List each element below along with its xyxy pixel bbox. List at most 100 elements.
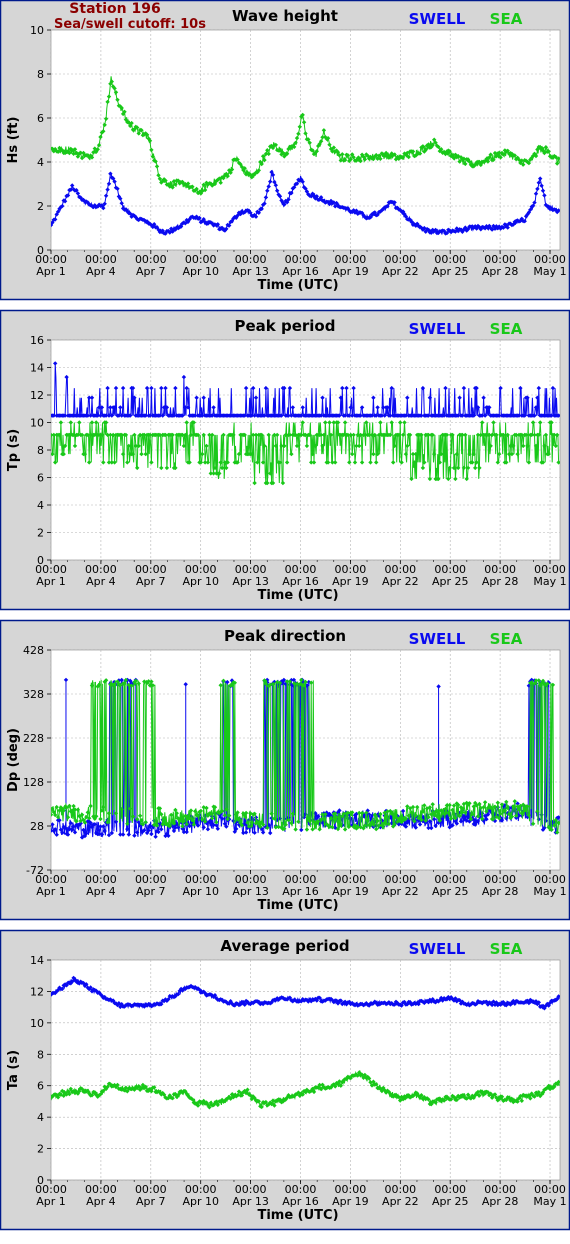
x-tick-date: Apr 22: [382, 265, 419, 278]
legend-swell: SWELL: [409, 10, 466, 28]
x-tick-date: Apr 10: [182, 885, 219, 898]
x-tick-date: Apr 10: [182, 265, 219, 278]
y-tick-label: 128: [23, 776, 44, 789]
plot-area: [50, 959, 561, 1181]
y-tick-label: 10: [30, 1017, 44, 1030]
y-tick-label: 2: [37, 1143, 44, 1156]
chart-panel-3: 00:00Apr 100:00Apr 400:00Apr 700:00Apr 1…: [0, 619, 570, 921]
wave-dashboard: 00:00 Apr 1 00:00 Apr 4 00:00 Apr 7 00:00 Apr 1…: [0, 0, 570, 1240]
x-tick-date: May 1: [533, 265, 566, 278]
y-tick-label: -72: [26, 864, 44, 877]
x-tick-date: Apr 1: [36, 575, 66, 588]
chart-title: Peak direction: [224, 627, 346, 645]
x-tick-date: Apr 28: [482, 265, 519, 278]
chart-panel-2: 00:00Apr 100:00Apr 400:00Apr 700:00Apr 1…: [0, 309, 570, 611]
y-tick-label: 428: [23, 644, 44, 657]
y-axis-label: Ta (s): [6, 1050, 21, 1090]
y-tick-label: 12: [30, 389, 44, 402]
y-tick-label: 2: [37, 200, 44, 213]
y-tick-label: 0: [37, 554, 44, 567]
x-tick-date: Apr 4: [86, 265, 116, 278]
x-tick-date: Apr 19: [332, 265, 369, 278]
y-tick-label: 6: [37, 472, 44, 485]
x-tick-date: Apr 7: [136, 575, 166, 588]
y-tick-label: 4: [37, 499, 44, 512]
x-tick-date: Apr 4: [86, 885, 116, 898]
x-tick-date: Apr 10: [182, 1195, 219, 1208]
chart-panel-4: 00:00Apr 100:00Apr 400:00Apr 700:00Apr 1…: [0, 929, 570, 1231]
chart-title: Wave height: [232, 7, 338, 25]
sea-swell-cutoff: Sea/swell cutoff: 10s: [54, 17, 206, 32]
x-tick-date: Apr 7: [136, 1195, 166, 1208]
x-tick-date: Apr 25: [432, 1195, 469, 1208]
chart-title: Average period: [220, 937, 349, 955]
y-tick-label: 16: [30, 334, 44, 347]
x-tick-date: Apr 16: [282, 265, 319, 278]
x-tick-date: Apr 4: [86, 1195, 116, 1208]
x-tick-date: Apr 10: [182, 575, 219, 588]
x-tick-date: Apr 16: [282, 575, 319, 588]
legend-swell: SWELL: [409, 630, 466, 648]
chart-panel-1: 00:00Apr 100:00Apr 400:00Apr 700:00Apr 1…: [0, 0, 570, 301]
x-tick-date: Apr 13: [232, 1195, 269, 1208]
x-tick-date: Apr 19: [332, 1195, 369, 1208]
station-title: Station 196: [69, 1, 160, 17]
x-tick-date: Apr 4: [86, 575, 116, 588]
x-tick-date: Apr 28: [482, 1195, 519, 1208]
y-tick-label: 2: [37, 527, 44, 540]
x-axis-label: Time (UTC): [257, 588, 338, 603]
y-tick-label: 10: [30, 417, 44, 430]
y-tick-label: 8: [37, 444, 44, 457]
legend-sea: SEA: [490, 630, 523, 648]
x-tick-date: Apr 25: [432, 265, 469, 278]
y-tick-label: 4: [37, 1111, 44, 1124]
x-tick-date: May 1: [533, 575, 566, 588]
x-tick-date: Apr 16: [282, 885, 319, 898]
y-tick-label: 328: [23, 688, 44, 701]
x-tick-date: May 1: [533, 885, 566, 898]
x-tick-date: Apr 13: [232, 885, 269, 898]
y-tick-label: 12: [30, 985, 44, 998]
y-tick-label: 14: [30, 362, 44, 375]
y-tick-label: 6: [37, 112, 44, 125]
x-tick-date: Apr 25: [432, 575, 469, 588]
y-axis-label: Dp (deg): [6, 728, 21, 792]
y-tick-label: 4: [37, 156, 44, 169]
x-tick-date: Apr 22: [382, 575, 419, 588]
y-tick-label: 228: [23, 732, 44, 745]
legend-sea: SEA: [490, 320, 523, 338]
x-tick-date: Apr 13: [232, 575, 269, 588]
x-tick-date: May 1: [533, 1195, 566, 1208]
chart-title: Peak period: [235, 317, 336, 335]
y-tick-label: 10: [30, 24, 44, 37]
legend-sea: SEA: [490, 940, 523, 958]
legend-sea: SEA: [490, 10, 523, 28]
x-tick-date: Apr 22: [382, 885, 419, 898]
x-tick-date: Apr 1: [36, 1195, 66, 1208]
y-tick-label: 14: [30, 954, 44, 967]
y-tick-label: 0: [37, 1174, 44, 1187]
legend-swell: SWELL: [409, 320, 466, 338]
x-tick-date: Apr 25: [432, 885, 469, 898]
y-axis-label: Tp (s): [6, 429, 21, 471]
x-axis-label: Time (UTC): [257, 278, 338, 293]
x-tick-date: Apr 19: [332, 885, 369, 898]
x-tick-date: Apr 7: [136, 885, 166, 898]
x-tick-date: Apr 13: [232, 265, 269, 278]
x-tick-date: Apr 16: [282, 1195, 319, 1208]
x-axis-label: Time (UTC): [257, 898, 338, 913]
x-axis-label: Time (UTC): [257, 1208, 338, 1223]
x-tick-date: Apr 28: [482, 885, 519, 898]
legend-swell: SWELL: [409, 940, 466, 958]
y-axis-label: Hs (ft): [6, 117, 21, 164]
y-tick-label: 28: [30, 820, 44, 833]
x-tick-date: Apr 7: [136, 265, 166, 278]
wave-charts-svg: 00:00Apr 100:00Apr 400:00Apr 700:00Apr 1…: [0, 0, 570, 1231]
y-tick-label: 6: [37, 1080, 44, 1093]
x-tick-date: Apr 1: [36, 885, 66, 898]
y-tick-label: 0: [37, 244, 44, 257]
x-tick-date: Apr 1: [36, 265, 66, 278]
y-tick-label: 8: [37, 1048, 44, 1061]
x-tick-date: Apr 28: [482, 575, 519, 588]
y-tick-label: 8: [37, 68, 44, 81]
